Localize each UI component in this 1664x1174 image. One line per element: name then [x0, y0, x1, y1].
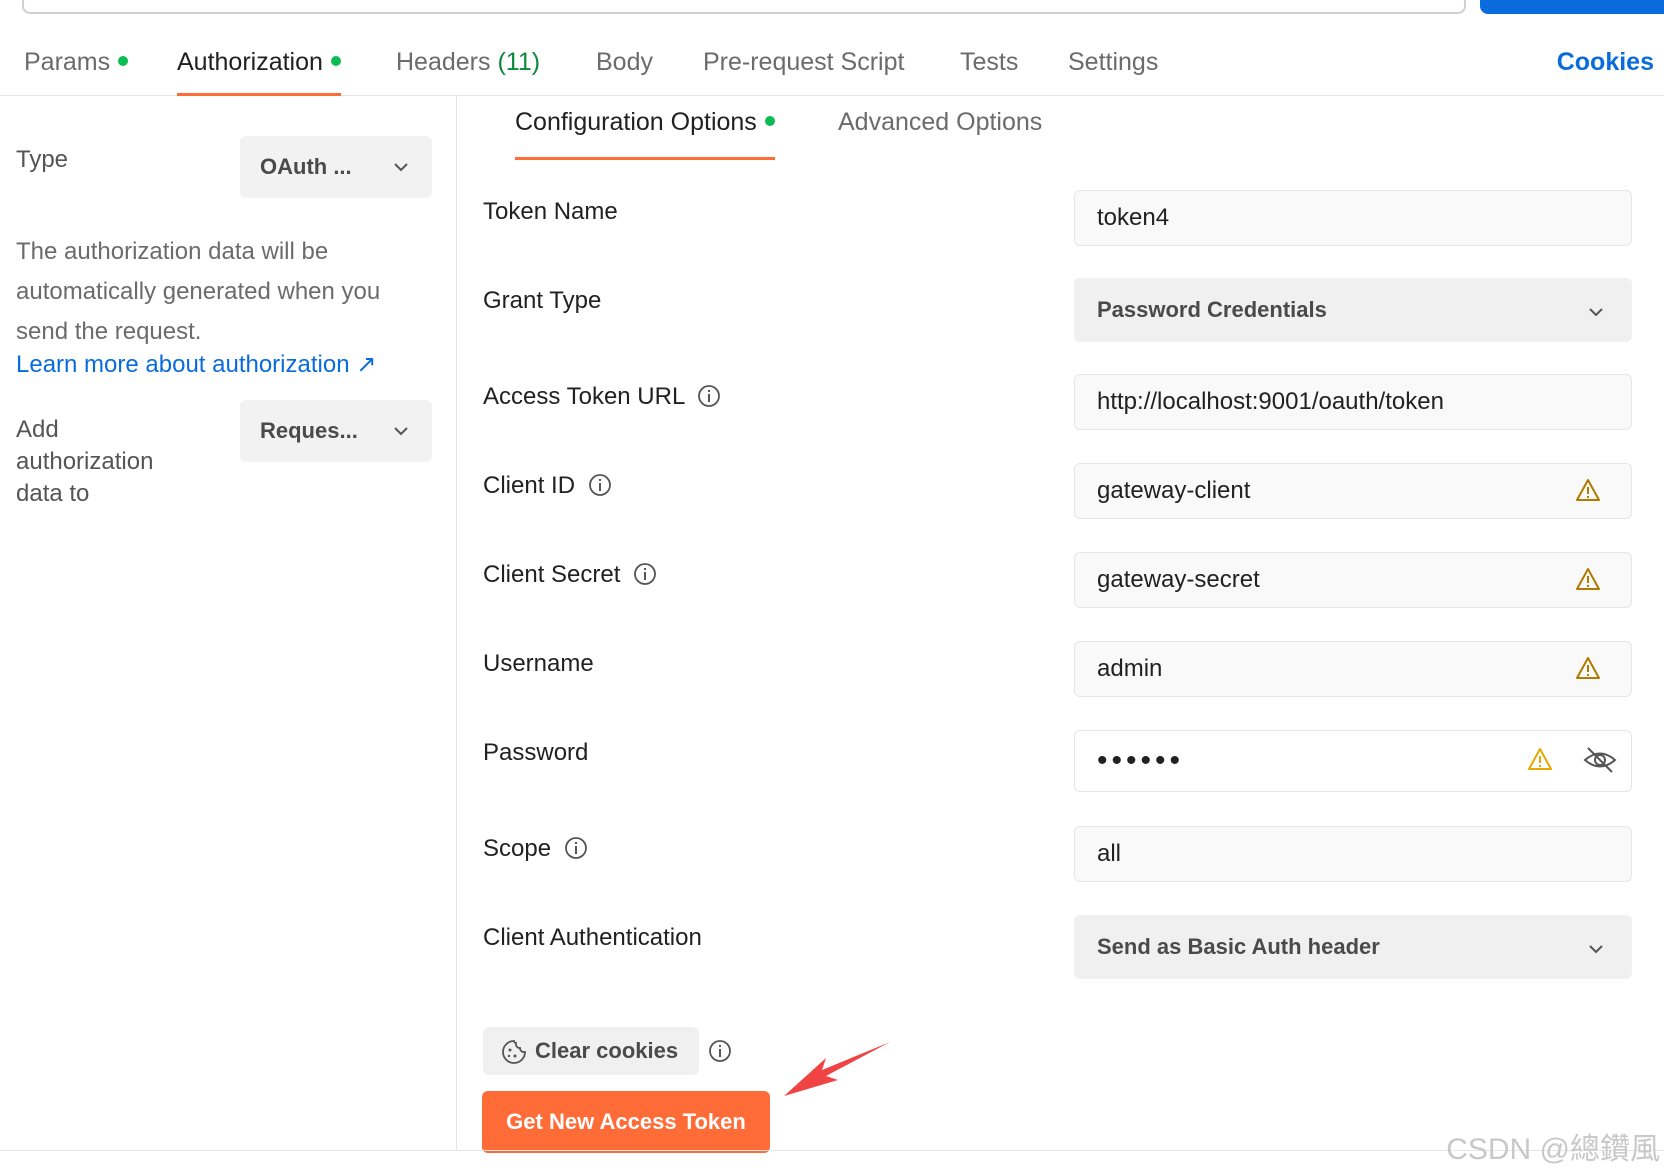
- config-status-dot: [764, 116, 775, 127]
- password-label: Password: [483, 739, 589, 766]
- chevron-down-icon: [1589, 308, 1603, 317]
- info-icon[interactable]: [708, 1039, 732, 1063]
- type-label: Type: [16, 146, 69, 173]
- chevron-down-icon: [394, 427, 408, 436]
- params-status-dot: [118, 56, 129, 67]
- tab-tests[interactable]: Tests: [960, 48, 1018, 94]
- info-icon[interactable]: [633, 562, 657, 586]
- url-input[interactable]: [22, 0, 1466, 14]
- client-secret-label: Client Secret: [483, 561, 657, 589]
- send-button[interactable]: [1480, 0, 1664, 14]
- cookies-link[interactable]: Cookies: [1557, 48, 1654, 77]
- grant-type-select[interactable]: Password Credentials: [1074, 278, 1632, 342]
- watermark: CSDN @總鑽風: [1446, 1133, 1660, 1166]
- tab-configuration-options[interactable]: Configuration Options: [515, 108, 775, 160]
- username-input[interactable]: admin: [1074, 641, 1632, 697]
- chevron-down-icon: [394, 163, 408, 172]
- scope-input[interactable]: all: [1074, 826, 1632, 882]
- warning-icon: [1528, 748, 1552, 770]
- tab-authorization[interactable]: Authorization: [177, 48, 341, 96]
- add-to-select[interactable]: Reques...: [240, 400, 432, 462]
- grant-type-label: Grant Type: [483, 287, 602, 314]
- tab-body[interactable]: Body: [596, 48, 653, 94]
- eye-off-icon[interactable]: [1583, 745, 1617, 775]
- token-name-input[interactable]: token4: [1074, 190, 1632, 246]
- request-tabs: Params Authorization Headers (11) Body P…: [0, 36, 1664, 96]
- get-new-access-token-button[interactable]: Get New Access Token: [482, 1091, 770, 1153]
- clear-cookies-button[interactable]: Clear cookies: [483, 1027, 699, 1075]
- warning-icon: [1576, 479, 1600, 501]
- auth-description: The authorization data will be automatic…: [16, 238, 381, 345]
- warning-icon: [1576, 568, 1600, 590]
- info-icon[interactable]: [697, 384, 721, 408]
- tab-advanced-options[interactable]: Advanced Options: [838, 108, 1042, 156]
- password-input[interactable]: ••••••: [1074, 730, 1632, 792]
- tab-settings[interactable]: Settings: [1068, 48, 1158, 94]
- auth-left-panel: Type OAuth ... The authorization data wi…: [0, 96, 457, 1150]
- client-id-input[interactable]: gateway-client: [1074, 463, 1632, 519]
- warning-icon: [1576, 657, 1600, 679]
- client-authentication-select[interactable]: Send as Basic Auth header: [1074, 915, 1632, 979]
- client-authentication-label: Client Authentication: [483, 924, 702, 951]
- auth-type-select[interactable]: OAuth ...: [240, 136, 432, 198]
- chevron-down-icon: [1589, 945, 1603, 954]
- tab-headers[interactable]: Headers (11): [396, 48, 540, 94]
- config-tabs: Configuration Options Advanced Options: [480, 100, 1664, 160]
- access-token-url-input[interactable]: http://localhost:9001/oauth/token: [1074, 374, 1632, 430]
- client-secret-input[interactable]: gateway-secret: [1074, 552, 1632, 608]
- add-to-label: Add authorization data to: [16, 416, 154, 507]
- info-icon[interactable]: [564, 836, 588, 860]
- annotation-arrow-icon: [784, 1042, 890, 1096]
- headers-count: (11): [497, 48, 541, 76]
- token-name-label: Token Name: [483, 198, 618, 225]
- tab-params[interactable]: Params: [24, 48, 129, 94]
- scope-label: Scope: [483, 835, 588, 863]
- access-token-url-label: Access Token URL: [483, 383, 721, 411]
- bottom-divider: [0, 1150, 1664, 1151]
- cookie-icon: [502, 1040, 526, 1064]
- username-label: Username: [483, 650, 594, 677]
- client-id-label: Client ID: [483, 472, 612, 500]
- tab-pre-request-script[interactable]: Pre-request Script: [703, 48, 904, 94]
- learn-more-link[interactable]: Learn more about authorization ↗: [16, 350, 376, 379]
- info-icon[interactable]: [588, 473, 612, 497]
- authorization-status-dot: [330, 56, 341, 67]
